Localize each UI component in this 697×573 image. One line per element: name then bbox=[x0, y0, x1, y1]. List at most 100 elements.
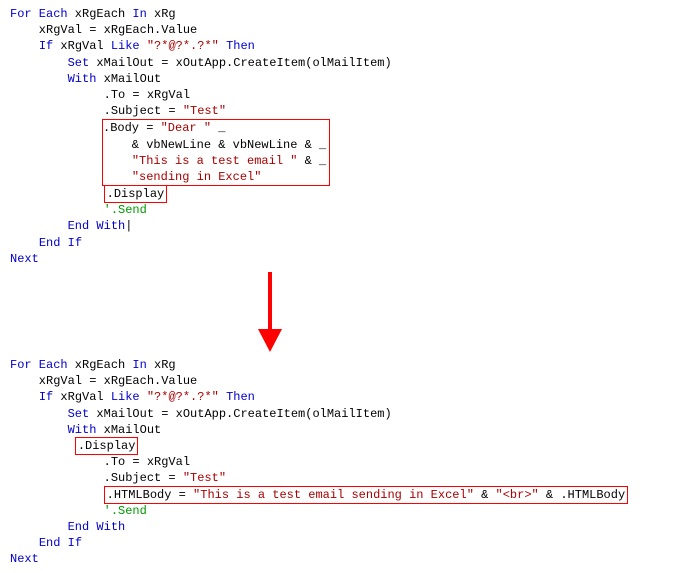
comment: '.Send bbox=[104, 504, 147, 518]
code-text: xMailOut bbox=[96, 72, 161, 86]
code-text bbox=[219, 39, 226, 53]
code-line: End If bbox=[10, 535, 687, 551]
code-text bbox=[10, 536, 39, 550]
code-text: .Display bbox=[107, 187, 165, 201]
code-text bbox=[10, 423, 68, 437]
code-line: Next bbox=[10, 251, 687, 267]
code-text: xRgVal bbox=[53, 39, 111, 53]
keyword: End If bbox=[39, 236, 82, 250]
code-line: xRgVal = xRgEach.Value bbox=[10, 373, 687, 389]
code-line: Set xMailOut = xOutApp.CreateItem(olMail… bbox=[10, 55, 687, 71]
code-block-2: For Each xRgEach In xRg xRgVal = xRgEach… bbox=[10, 357, 687, 567]
code-text bbox=[10, 203, 104, 217]
string: "Dear " bbox=[161, 121, 211, 135]
code-text: & .HTMLBody bbox=[539, 488, 625, 502]
code-line: .To = xRgVal bbox=[10, 454, 687, 470]
code-text bbox=[10, 72, 68, 86]
code-text: .To = xRgVal bbox=[10, 88, 190, 102]
code-line: With xMailOut bbox=[10, 422, 687, 438]
keyword: Next bbox=[10, 552, 39, 566]
code-text bbox=[10, 407, 68, 421]
code-line: .To = xRgVal bbox=[10, 87, 687, 103]
keyword: If bbox=[39, 390, 53, 404]
code-text: & vbNewLine & vbNewLine & _ bbox=[103, 138, 326, 152]
code-text bbox=[10, 219, 68, 233]
code-line: '.Send bbox=[10, 202, 687, 218]
code-text: xRgVal = xRgEach.Value bbox=[10, 374, 197, 388]
code-text: & _ bbox=[297, 154, 326, 168]
code-text: xRgEach bbox=[68, 7, 133, 21]
keyword: End With bbox=[68, 520, 126, 534]
keyword: In bbox=[132, 358, 146, 372]
highlight-box-display: .Display bbox=[104, 185, 168, 203]
string: "?*@?*.?*" bbox=[147, 390, 219, 404]
comment: '.Send bbox=[104, 203, 147, 217]
keyword: With bbox=[68, 72, 97, 86]
code-text bbox=[103, 154, 132, 168]
code-text: xRg bbox=[147, 7, 176, 21]
code-line: For Each xRgEach In xRg bbox=[10, 6, 687, 22]
code-text bbox=[140, 390, 147, 404]
code-line: "sending in Excel" bbox=[103, 169, 326, 185]
code-line: End With| bbox=[10, 218, 687, 234]
code-text bbox=[103, 170, 132, 184]
code-line: Set xMailOut = xOutApp.CreateItem(olMail… bbox=[10, 406, 687, 422]
highlight-box-body: .Body = "Dear " _ & vbNewLine & vbNewLin… bbox=[102, 119, 330, 186]
code-line: .Display bbox=[10, 438, 687, 454]
code-text bbox=[10, 390, 39, 404]
code-text bbox=[140, 39, 147, 53]
string: "sending in Excel" bbox=[132, 170, 262, 184]
code-text bbox=[10, 236, 39, 250]
code-line: If xRgVal Like "?*@?*.?*" Then bbox=[10, 389, 687, 405]
string: "This is a test email sending in Excel" bbox=[193, 488, 474, 502]
string: "<br>" bbox=[496, 488, 539, 502]
keyword: For Each bbox=[10, 7, 68, 21]
arrow-down-icon bbox=[10, 267, 687, 357]
code-line: For Each xRgEach In xRg bbox=[10, 357, 687, 373]
code-text: .HTMLBody = bbox=[107, 488, 193, 502]
code-text: xRgVal bbox=[53, 390, 111, 404]
keyword: End If bbox=[39, 536, 82, 550]
keyword: Set bbox=[68, 56, 90, 70]
keyword: If bbox=[39, 39, 53, 53]
keyword: In bbox=[132, 7, 146, 21]
code-text bbox=[219, 390, 226, 404]
code-line: .Subject = "Test" bbox=[10, 103, 687, 119]
keyword: End With bbox=[68, 219, 126, 233]
code-line: '.Send bbox=[10, 503, 687, 519]
string: "Test" bbox=[183, 104, 226, 118]
highlight-box-htmlbody: .HTMLBody = "This is a test email sendin… bbox=[104, 486, 629, 504]
code-text: xRg bbox=[147, 358, 176, 372]
code-text: & bbox=[474, 488, 496, 502]
string: "This is a test email " bbox=[132, 154, 298, 168]
keyword: Like bbox=[111, 390, 140, 404]
keyword: For Each bbox=[10, 358, 68, 372]
code-text: xRgEach bbox=[68, 358, 133, 372]
code-text: xMailOut = xOutApp.CreateItem(olMailItem… bbox=[89, 56, 391, 70]
code-text: .Body = bbox=[103, 121, 161, 135]
code-line: .Body = "Dear " _ bbox=[103, 120, 326, 136]
code-block-1: For Each xRgEach In xRg xRgVal = xRgEach… bbox=[10, 6, 687, 267]
code-line: "This is a test email " & _ bbox=[103, 153, 326, 169]
code-text bbox=[10, 520, 68, 534]
code-text: .To = xRgVal bbox=[10, 455, 190, 469]
code-text: xMailOut bbox=[96, 423, 161, 437]
code-text: .Subject = bbox=[10, 471, 183, 485]
keyword: Then bbox=[226, 390, 255, 404]
keyword: Like bbox=[111, 39, 140, 53]
code-text: _ bbox=[211, 121, 225, 135]
cursor: | bbox=[125, 219, 132, 233]
code-line: .HTMLBody = "This is a test email sendin… bbox=[10, 487, 687, 503]
code-text: xRgVal = xRgEach.Value bbox=[10, 23, 197, 37]
code-line: End If bbox=[10, 235, 687, 251]
code-text: xMailOut = xOutApp.CreateItem(olMailItem… bbox=[89, 407, 391, 421]
keyword: Then bbox=[226, 39, 255, 53]
highlight-box-display: .Display bbox=[75, 437, 139, 455]
code-line: & vbNewLine & vbNewLine & _ bbox=[103, 137, 326, 153]
code-text: .Subject = bbox=[10, 104, 183, 118]
keyword: With bbox=[68, 423, 97, 437]
code-line: xRgVal = xRgEach.Value bbox=[10, 22, 687, 38]
keyword: Next bbox=[10, 252, 39, 266]
code-line: End With bbox=[10, 519, 687, 535]
code-line: .Subject = "Test" bbox=[10, 470, 687, 486]
